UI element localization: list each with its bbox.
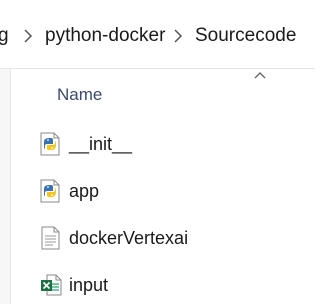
python-file-icon xyxy=(40,132,60,156)
column-header-name[interactable]: Name xyxy=(57,83,102,107)
chevron-right-icon xyxy=(24,29,33,43)
chevron-right-icon xyxy=(174,29,183,43)
text-file-icon xyxy=(41,226,60,250)
breadcrumb-item-sourcecode[interactable]: Sourcecode xyxy=(195,23,296,49)
file-name: input xyxy=(69,275,109,295)
file-name: app xyxy=(69,181,100,201)
file-name: dockerVertexai xyxy=(69,228,189,248)
file-row-input[interactable]: input xyxy=(10,262,315,304)
excel-file-icon xyxy=(41,274,62,296)
address-bar: g python-docker Sourcecode xyxy=(0,0,315,69)
file-row-dockervertexai[interactable]: dockerVertexai xyxy=(10,215,315,261)
file-name: __init__ xyxy=(69,134,133,154)
file-row-init[interactable]: __init__ xyxy=(10,121,315,167)
breadcrumb-item-parent[interactable]: g xyxy=(0,23,9,49)
sort-ascending-icon[interactable] xyxy=(253,70,267,80)
breadcrumb-item-python-docker[interactable]: python-docker xyxy=(45,23,165,49)
file-row-app[interactable]: app xyxy=(10,168,315,214)
python-file-icon xyxy=(40,179,60,203)
